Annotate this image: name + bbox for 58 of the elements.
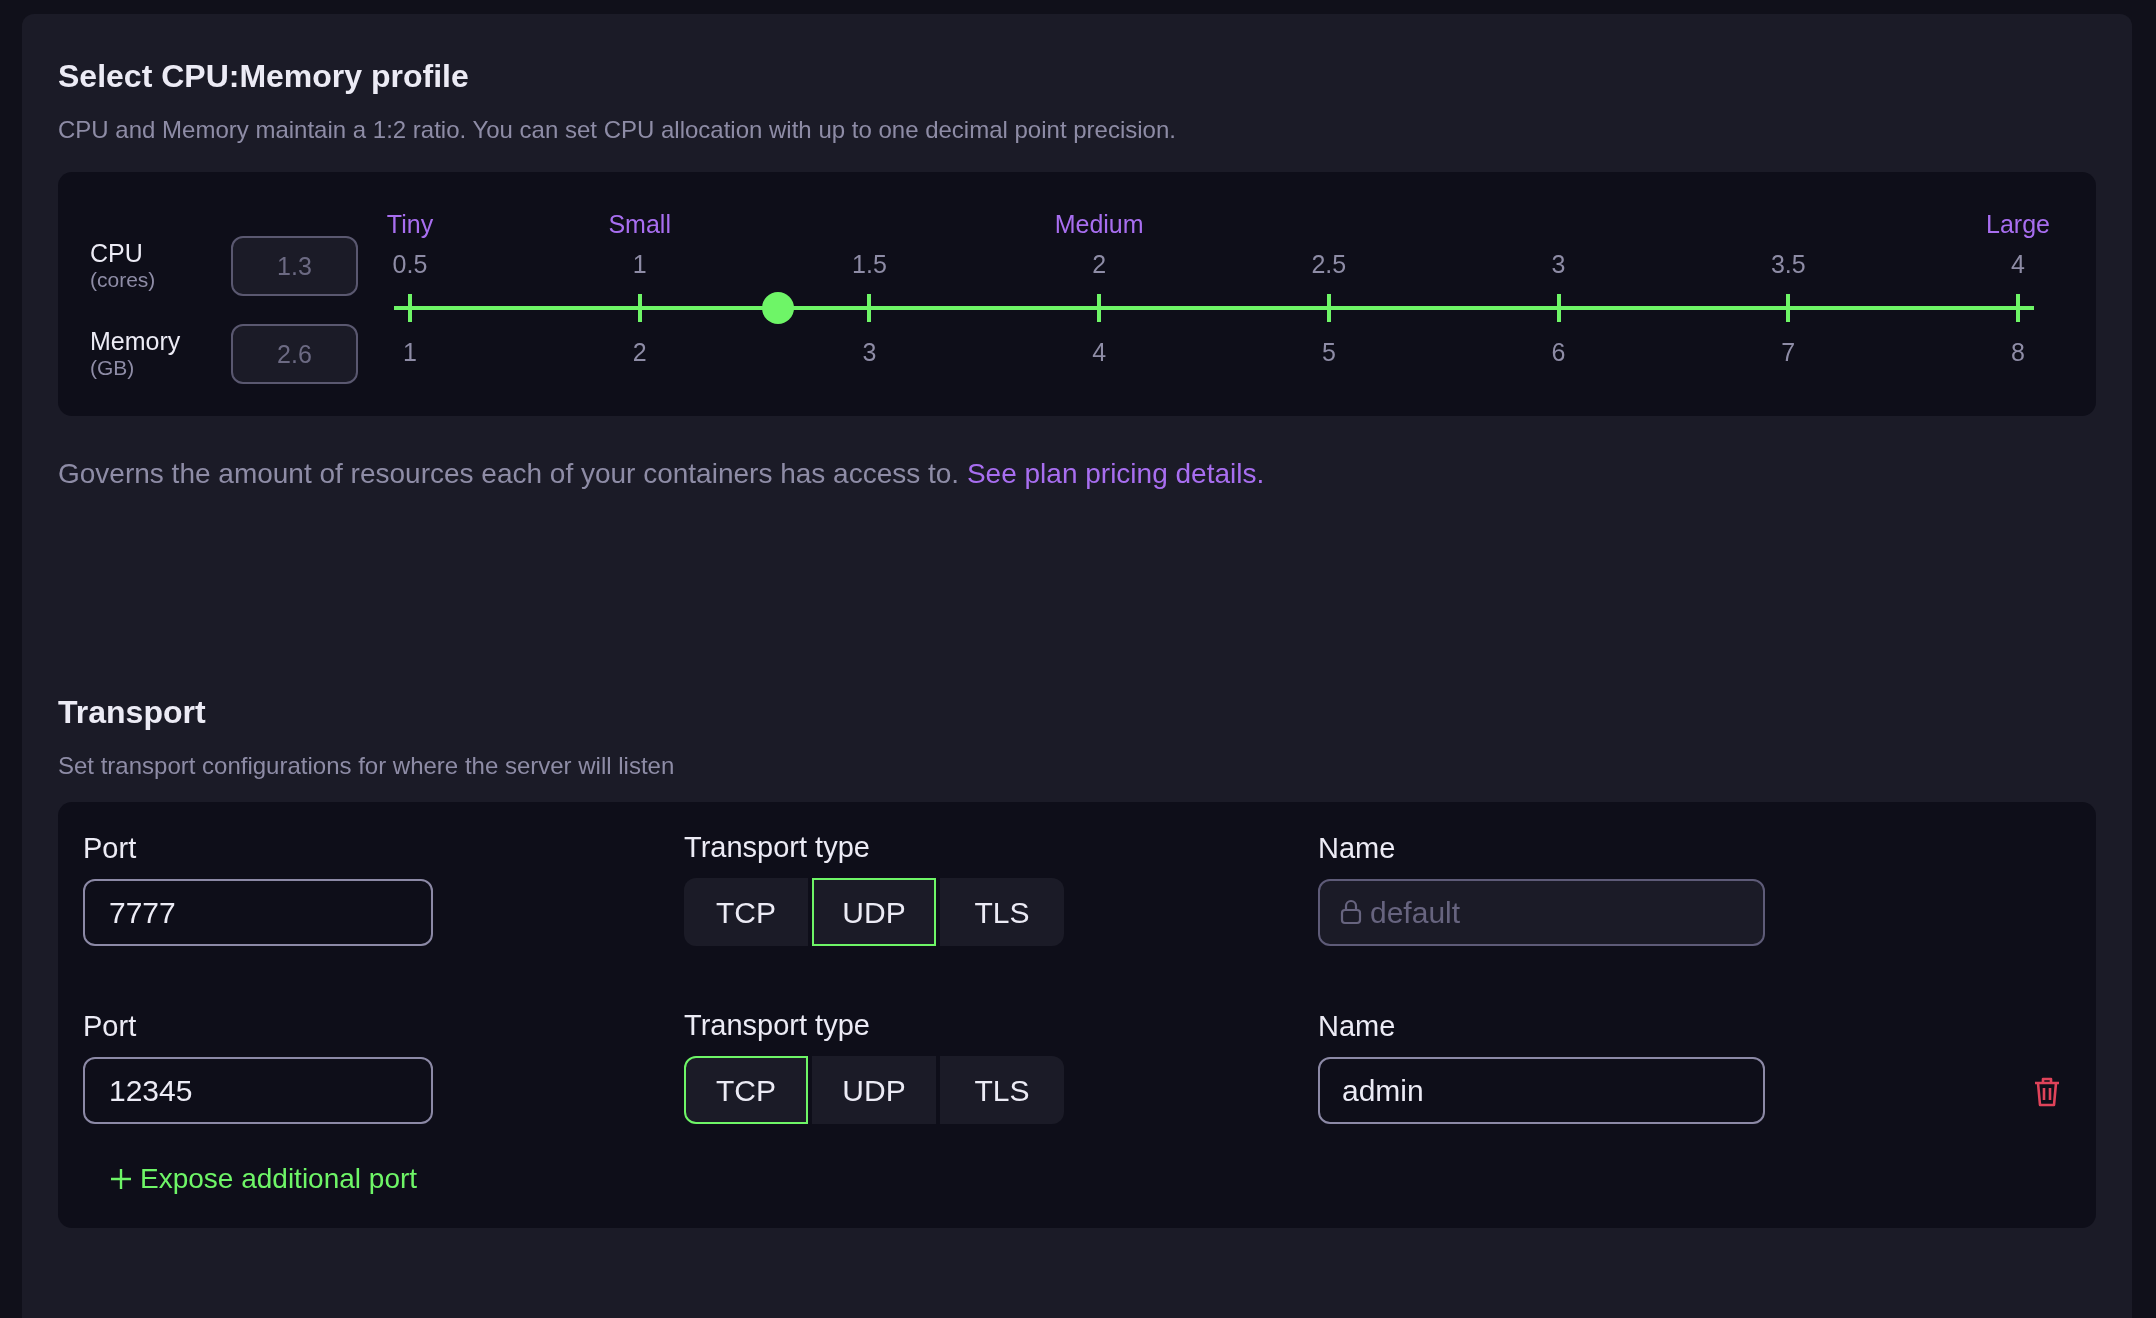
port-field[interactable]: 12345 <box>83 1057 433 1124</box>
tick-label: 8 <box>2011 337 2025 367</box>
section-description: Set transport configurations for where the server will listen <box>58 751 676 781</box>
pricing-link[interactable]: See plan pricing details. <box>966 458 1265 489</box>
help-text: Governs the amount of resources each of your containers has access to. See plan pricing details. <box>58 457 1266 491</box>
tick-label: 3 <box>1551 249 1566 279</box>
trash-icon[interactable] <box>2033 1076 2061 1108</box>
tick-mark <box>1097 294 1102 322</box>
segment-tab[interactable]: UDP <box>812 1056 936 1124</box>
field-label: Transport type <box>684 1008 871 1042</box>
tick-mark <box>1556 294 1561 322</box>
tick-mark <box>1786 294 1791 322</box>
profile-label: Small <box>608 209 671 239</box>
tick-label: 1.5 <box>852 249 887 279</box>
tick-label: 5 <box>1321 337 1336 367</box>
tick-label: 2.5 <box>1311 249 1347 279</box>
field-label: Name <box>1318 1009 1397 1043</box>
tick-label: 3 <box>862 337 877 367</box>
profile-label: Large <box>1986 209 2050 239</box>
profile-label: Tiny <box>386 209 434 239</box>
tick-label: 2 <box>632 337 647 367</box>
segment-tab[interactable]: TCP <box>684 1056 808 1124</box>
tick-label: 1 <box>403 337 417 367</box>
section-title: Transport <box>58 693 207 732</box>
unit-label: (GB) <box>90 355 136 381</box>
tick-label: 2 <box>1092 249 1107 279</box>
tick-mark <box>867 294 872 322</box>
segment-tab[interactable]: TLS <box>940 878 1064 946</box>
tick-label: 4 <box>2011 249 2025 279</box>
segment-tab[interactable]: TLS <box>940 1056 1064 1124</box>
tick-label: 6 <box>1551 337 1566 367</box>
field-label: Port <box>83 1009 138 1043</box>
field-label: CPU <box>90 239 144 267</box>
field-label: Transport type <box>684 830 871 864</box>
segment-tab[interactable]: TCP <box>684 878 808 946</box>
slider-thumb[interactable] <box>762 292 795 324</box>
tick-mark <box>637 294 642 322</box>
field-label: Memory <box>90 327 182 355</box>
tick-label: 3.5 <box>1770 249 1806 279</box>
section-description: CPU and Memory maintain a 1:2 ratio. You can set CPU allocation with up to one decimal point precision. <box>58 115 1177 145</box>
tick-label: 1 <box>632 249 647 279</box>
tick-label: 4 <box>1092 337 1107 367</box>
tick-label: 7 <box>1781 337 1796 367</box>
port-field[interactable]: 7777 <box>83 879 433 946</box>
add-port-button[interactable]: Expose additional port <box>110 1158 418 1200</box>
tick-mark <box>1326 294 1331 322</box>
field-label: Name <box>1318 831 1397 865</box>
segment-tab[interactable]: UDP <box>812 878 936 946</box>
profile-label: Medium <box>1054 209 1144 239</box>
tick-mark <box>2016 294 2020 322</box>
unit-label: (cores) <box>90 267 157 293</box>
name-field[interactable]: admin <box>1318 1057 1765 1124</box>
tick-label: 0.5 <box>392 249 428 279</box>
plus-icon <box>110 1168 132 1190</box>
lock-icon <box>1340 899 1362 925</box>
section-title: Select CPU:Memory profile <box>58 57 470 96</box>
tick-mark <box>408 294 412 322</box>
field-label: Port <box>83 831 138 865</box>
